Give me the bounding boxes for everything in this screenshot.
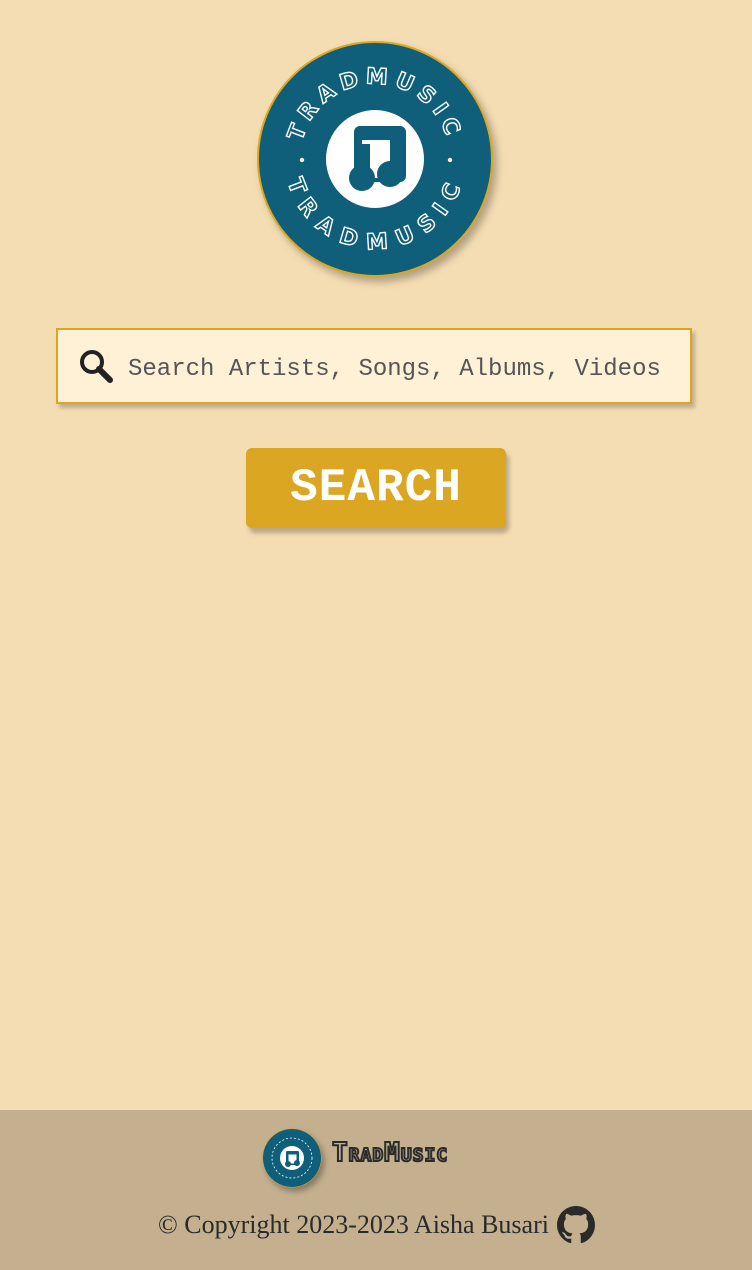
search-bar (56, 328, 692, 404)
music-note-icon (349, 126, 406, 191)
footer: TradMusic © Copyright 2023-2023 Aisha Bu… (0, 1110, 752, 1270)
page: TRADMUSIC TRADMUSIC Search Artists, Song… (0, 0, 752, 1270)
main-logo: TRADMUSIC TRADMUSIC (256, 40, 494, 278)
footer-brand: TradMusic (331, 1137, 449, 1169)
search-icon[interactable] (78, 348, 114, 384)
search-button[interactable]: SEARCH (246, 448, 506, 528)
copyright-text: © Copyright 2023-2023 Aisha Busari (158, 1210, 549, 1239)
search-input[interactable] (128, 344, 688, 394)
github-icon[interactable] (557, 1206, 595, 1244)
footer-logo[interactable] (262, 1128, 322, 1188)
